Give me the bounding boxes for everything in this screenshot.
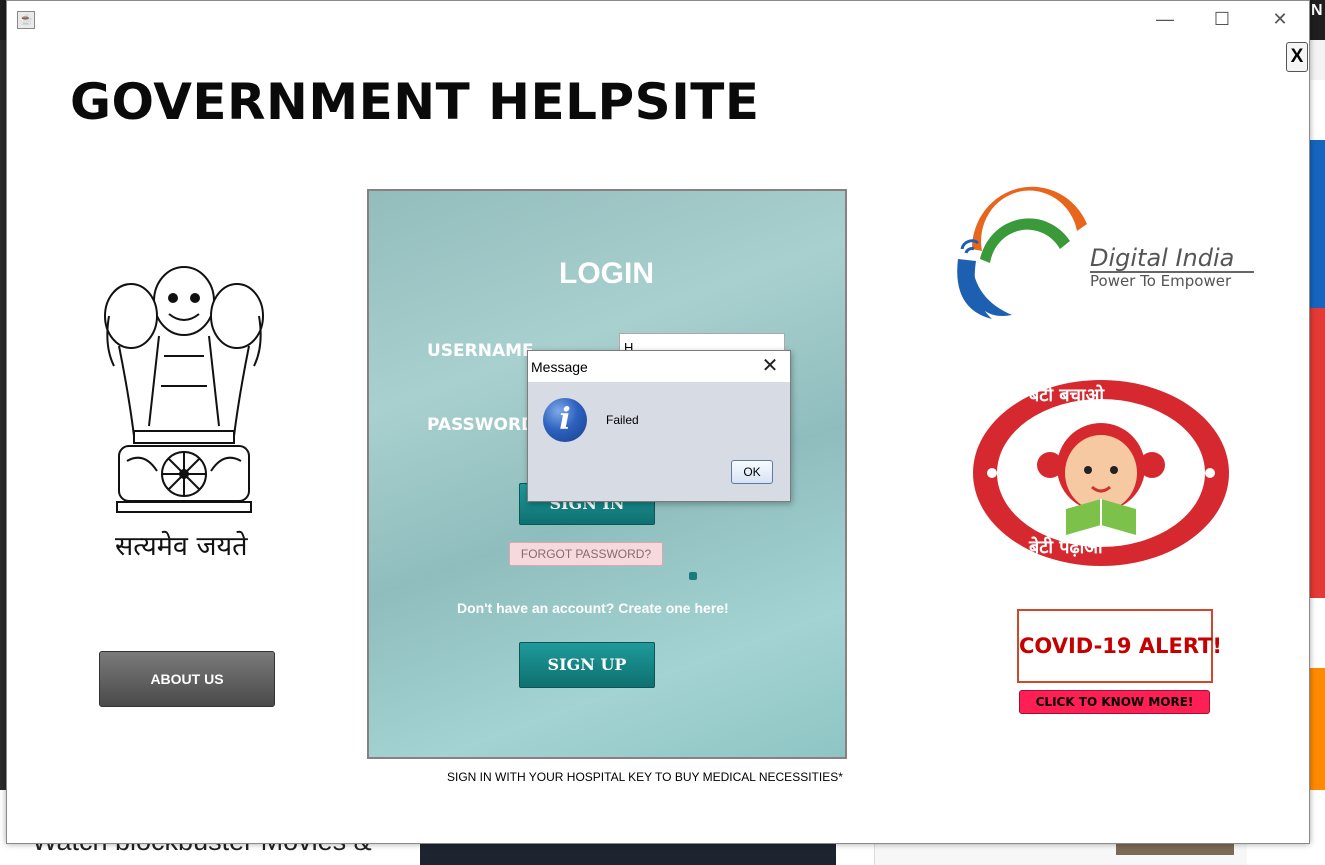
browser-background-right xyxy=(1308,40,1325,790)
covid-alert-box: COVID-19 ALERT! xyxy=(1017,609,1222,683)
username-label: USERNAME xyxy=(427,341,534,361)
dialog-title: Message xyxy=(531,359,588,375)
login-title: LOGIN xyxy=(559,257,654,290)
dialog-close-icon[interactable]: ✕ xyxy=(760,355,780,377)
info-icon: i xyxy=(543,398,587,442)
national-emblem-image xyxy=(104,266,264,513)
dialog-titlebar: Message ✕ xyxy=(528,351,790,382)
background-letter: N xyxy=(1311,2,1323,19)
app-close-button[interactable]: X xyxy=(1286,42,1308,72)
window-titlebar: ☕ — ☐ ✕ xyxy=(7,1,1309,39)
about-us-button[interactable]: ABOUT US xyxy=(99,651,275,707)
maximize-button[interactable]: ☐ xyxy=(1210,9,1234,29)
emblem-motto: सत्यमेव जयते xyxy=(115,531,248,562)
beti-bachao-bottom-text: बेटी पढ़ाओ xyxy=(1029,537,1103,558)
message-dialog: Message ✕ i Failed OK xyxy=(527,350,791,502)
sign-up-button[interactable]: SIGN UP xyxy=(519,642,655,688)
password-label: PASSWORD xyxy=(427,415,536,435)
page-title: GOVERNMENT HELPSITE xyxy=(70,73,760,131)
forgot-password-button[interactable]: FORGOT PASSWORD? xyxy=(509,542,663,566)
minimize-button[interactable]: — xyxy=(1153,9,1177,29)
digital-india-logo xyxy=(957,186,1087,319)
window-close-button[interactable]: ✕ xyxy=(1268,9,1292,29)
hospital-key-footnote: SIGN IN WITH YOUR HOSPITAL KEY TO BUY ME… xyxy=(447,770,843,784)
covid-know-more-button[interactable]: CLICK TO KNOW MORE! xyxy=(1019,690,1210,714)
ok-button[interactable]: OK xyxy=(731,460,773,484)
dialog-body: i Failed OK xyxy=(528,382,790,501)
digital-india-tagline: Power To Empower xyxy=(1090,272,1232,290)
beti-bachao-top-text: बेटी बचाओ xyxy=(1029,385,1105,406)
dialog-message: Failed xyxy=(606,413,639,427)
digital-india-name: Digital India xyxy=(1090,244,1235,272)
java-icon: ☕ xyxy=(17,11,35,29)
loading-indicator xyxy=(689,572,697,580)
app-window: ☕ — ☐ ✕ X GOVERNMENT HELPSITE सत्यमेव जय… xyxy=(6,0,1310,844)
create-account-prompt: Don't have an account? Create one here! xyxy=(457,600,729,616)
